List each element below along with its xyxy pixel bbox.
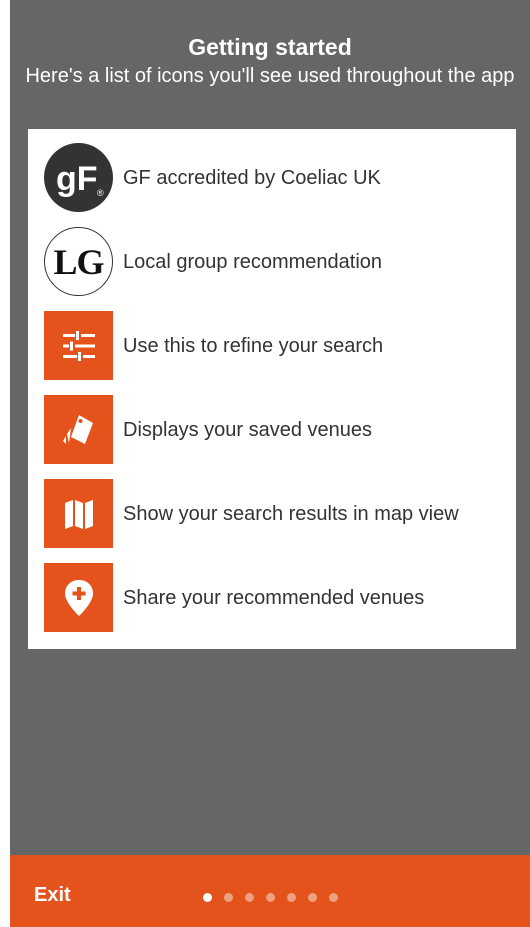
page-dot[interactable] [287,893,296,902]
exit-button[interactable]: Exit [34,884,71,907]
legend-label: GF accredited by Coeliac UK [123,166,381,189]
page-subtitle: Here's a list of icons you'll see used t… [25,65,515,87]
legend-item-saved: Displays your saved venues [44,395,514,465]
filter-sliders-icon [44,311,113,380]
page-dot[interactable] [245,893,254,902]
page-title: Getting started [188,34,352,60]
page-indicator[interactable] [203,893,338,902]
page-dot[interactable] [203,893,212,902]
svg-text:®: ® [97,188,104,198]
legend-label: Share your recommended venues [123,586,425,609]
legend-item-gf: gF ® GF accredited by Coeliac UK [44,143,514,213]
icon-legend-card: gF ® GF accredited by Coeliac UK LG Loca… [28,129,516,649]
legend-item-map: Show your search results in map view [44,479,514,549]
legend-item-share: Share your recommended venues [44,563,514,633]
gf-accredited-icon: gF ® [44,143,113,212]
map-view-icon [44,479,113,548]
add-location-pin-icon [44,563,113,632]
local-group-icon: LG [44,227,113,296]
svg-text:gF: gF [56,160,98,198]
legend-label: Local group recommendation [123,250,383,273]
page-dot[interactable] [329,893,338,902]
legend-item-filter: Use this to refine your search [44,311,514,381]
header: Getting started Here's a list of icons y… [10,33,530,88]
legend-label: Use this to refine your search [123,334,384,357]
onboarding-screen: Getting started Here's a list of icons y… [10,0,530,927]
saved-venues-icon [44,395,113,464]
legend-label: Show your search results in map view [123,502,459,525]
local-group-icon-text: LG [44,227,113,296]
footer-bar: Exit [10,855,530,927]
page-dot[interactable] [308,893,317,902]
legend-item-local-group: LG Local group recommendation [44,227,514,297]
legend-label: Displays your saved venues [123,418,373,441]
page-dot[interactable] [224,893,233,902]
page-dot[interactable] [266,893,275,902]
